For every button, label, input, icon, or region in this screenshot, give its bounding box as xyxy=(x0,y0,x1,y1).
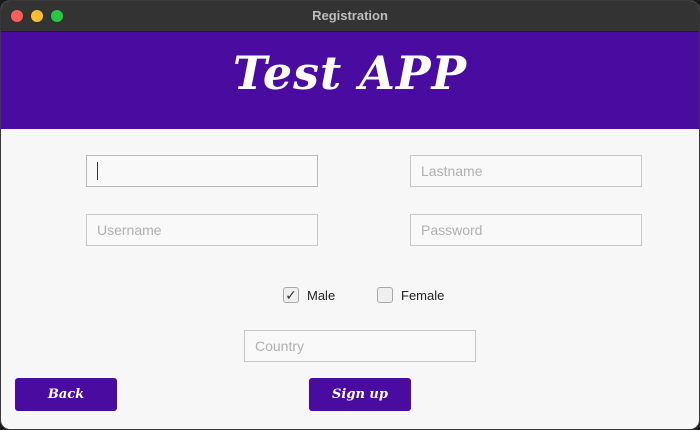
title-bar: Registration xyxy=(1,1,699,32)
country-input[interactable] xyxy=(244,330,476,362)
username-input[interactable] xyxy=(86,214,318,246)
female-checkbox-box[interactable] xyxy=(377,287,393,303)
text-cursor xyxy=(97,162,98,180)
registration-window: Registration Test APP ✓ Male Female Back… xyxy=(0,0,700,430)
female-label: Female xyxy=(401,287,445,303)
male-label: Male xyxy=(307,287,336,303)
lastname-input[interactable] xyxy=(410,155,642,187)
firstname-input[interactable] xyxy=(86,155,318,187)
app-title: Test APP xyxy=(232,46,468,100)
sign-up-button[interactable]: Sign up xyxy=(309,378,411,411)
male-checkbox[interactable]: ✓ Male xyxy=(283,286,335,304)
male-checkbox-box[interactable]: ✓ xyxy=(283,287,299,303)
window-title: Registration xyxy=(312,8,388,23)
password-input[interactable] xyxy=(410,214,642,246)
female-checkbox[interactable]: Female xyxy=(377,286,444,304)
back-button[interactable]: Back xyxy=(15,378,117,411)
app-header: Test APP xyxy=(1,32,699,129)
